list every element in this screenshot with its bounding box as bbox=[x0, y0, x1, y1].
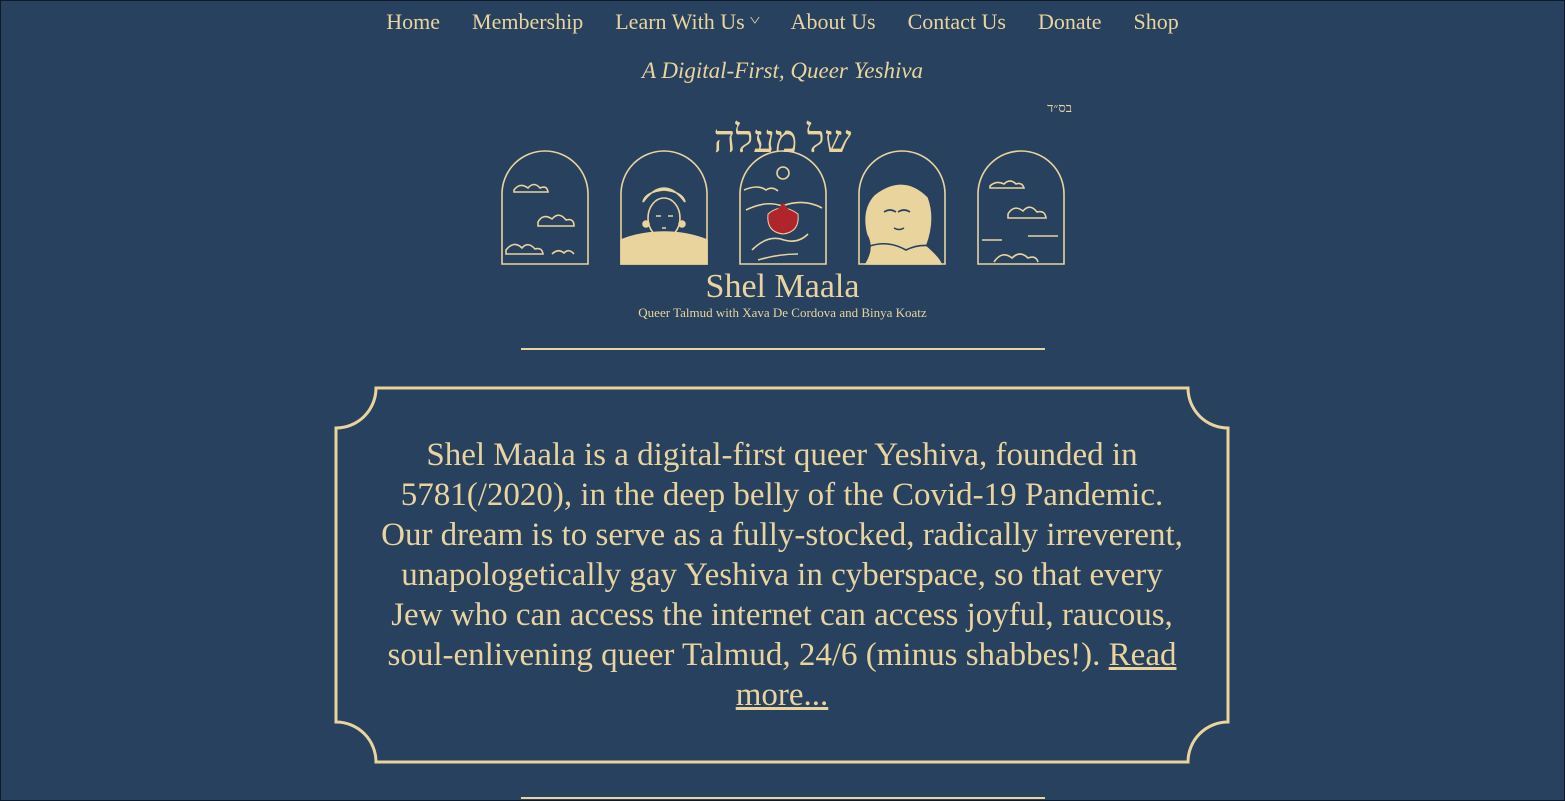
nav-membership-label: Membership bbox=[472, 9, 584, 34]
nav-contact-us-label: Contact Us bbox=[907, 9, 1006, 34]
nav-shop-label: Shop bbox=[1133, 9, 1179, 34]
clouds-right-arch bbox=[977, 150, 1065, 265]
portrait-turban-arch bbox=[620, 150, 708, 265]
clouds-left-arch bbox=[501, 150, 589, 265]
nav-learn-with-us-label: Learn With Us bbox=[615, 9, 745, 34]
intro-text: Shel Maala is a digital-first queer Yesh… bbox=[381, 437, 1183, 673]
divider-bottom bbox=[521, 797, 1045, 799]
logo-title: Shel Maala bbox=[705, 268, 860, 305]
site-tagline: A Digital-First, Queer Yeshiva bbox=[641, 58, 924, 83]
nav-contact-us[interactable]: Contact Us bbox=[908, 9, 1006, 35]
nav-about-us[interactable]: About Us bbox=[791, 9, 876, 35]
logo-subtitle: Queer Talmud with Xava De Cordova and Bi… bbox=[638, 305, 927, 320]
intro-paragraph: Shel Maala is a digital-first queer Yesh… bbox=[372, 435, 1192, 715]
nav-donate[interactable]: Donate bbox=[1038, 9, 1102, 35]
divider-top bbox=[521, 348, 1045, 350]
bsd-mark: בס״ד bbox=[1047, 100, 1072, 115]
logo-illustration bbox=[501, 150, 1065, 265]
chevron-down-icon[interactable]: ˅ bbox=[749, 14, 760, 30]
nav-shop[interactable]: Shop bbox=[1133, 9, 1178, 35]
nav-donate-label: Donate bbox=[1037, 9, 1102, 34]
pomegranate-hand-arch bbox=[739, 150, 827, 265]
nav-membership[interactable]: Membership bbox=[472, 9, 583, 35]
portrait-shawl-arch bbox=[858, 150, 946, 265]
nav-learn-with-us[interactable]: Learn With Us ˅ bbox=[615, 9, 760, 35]
main-nav: Home Membership Learn With Us ˅ About Us … bbox=[0, 4, 1565, 40]
nav-home-label: Home bbox=[386, 9, 441, 34]
nav-home[interactable]: Home bbox=[386, 9, 440, 35]
nav-about-us-label: About Us bbox=[790, 9, 876, 34]
